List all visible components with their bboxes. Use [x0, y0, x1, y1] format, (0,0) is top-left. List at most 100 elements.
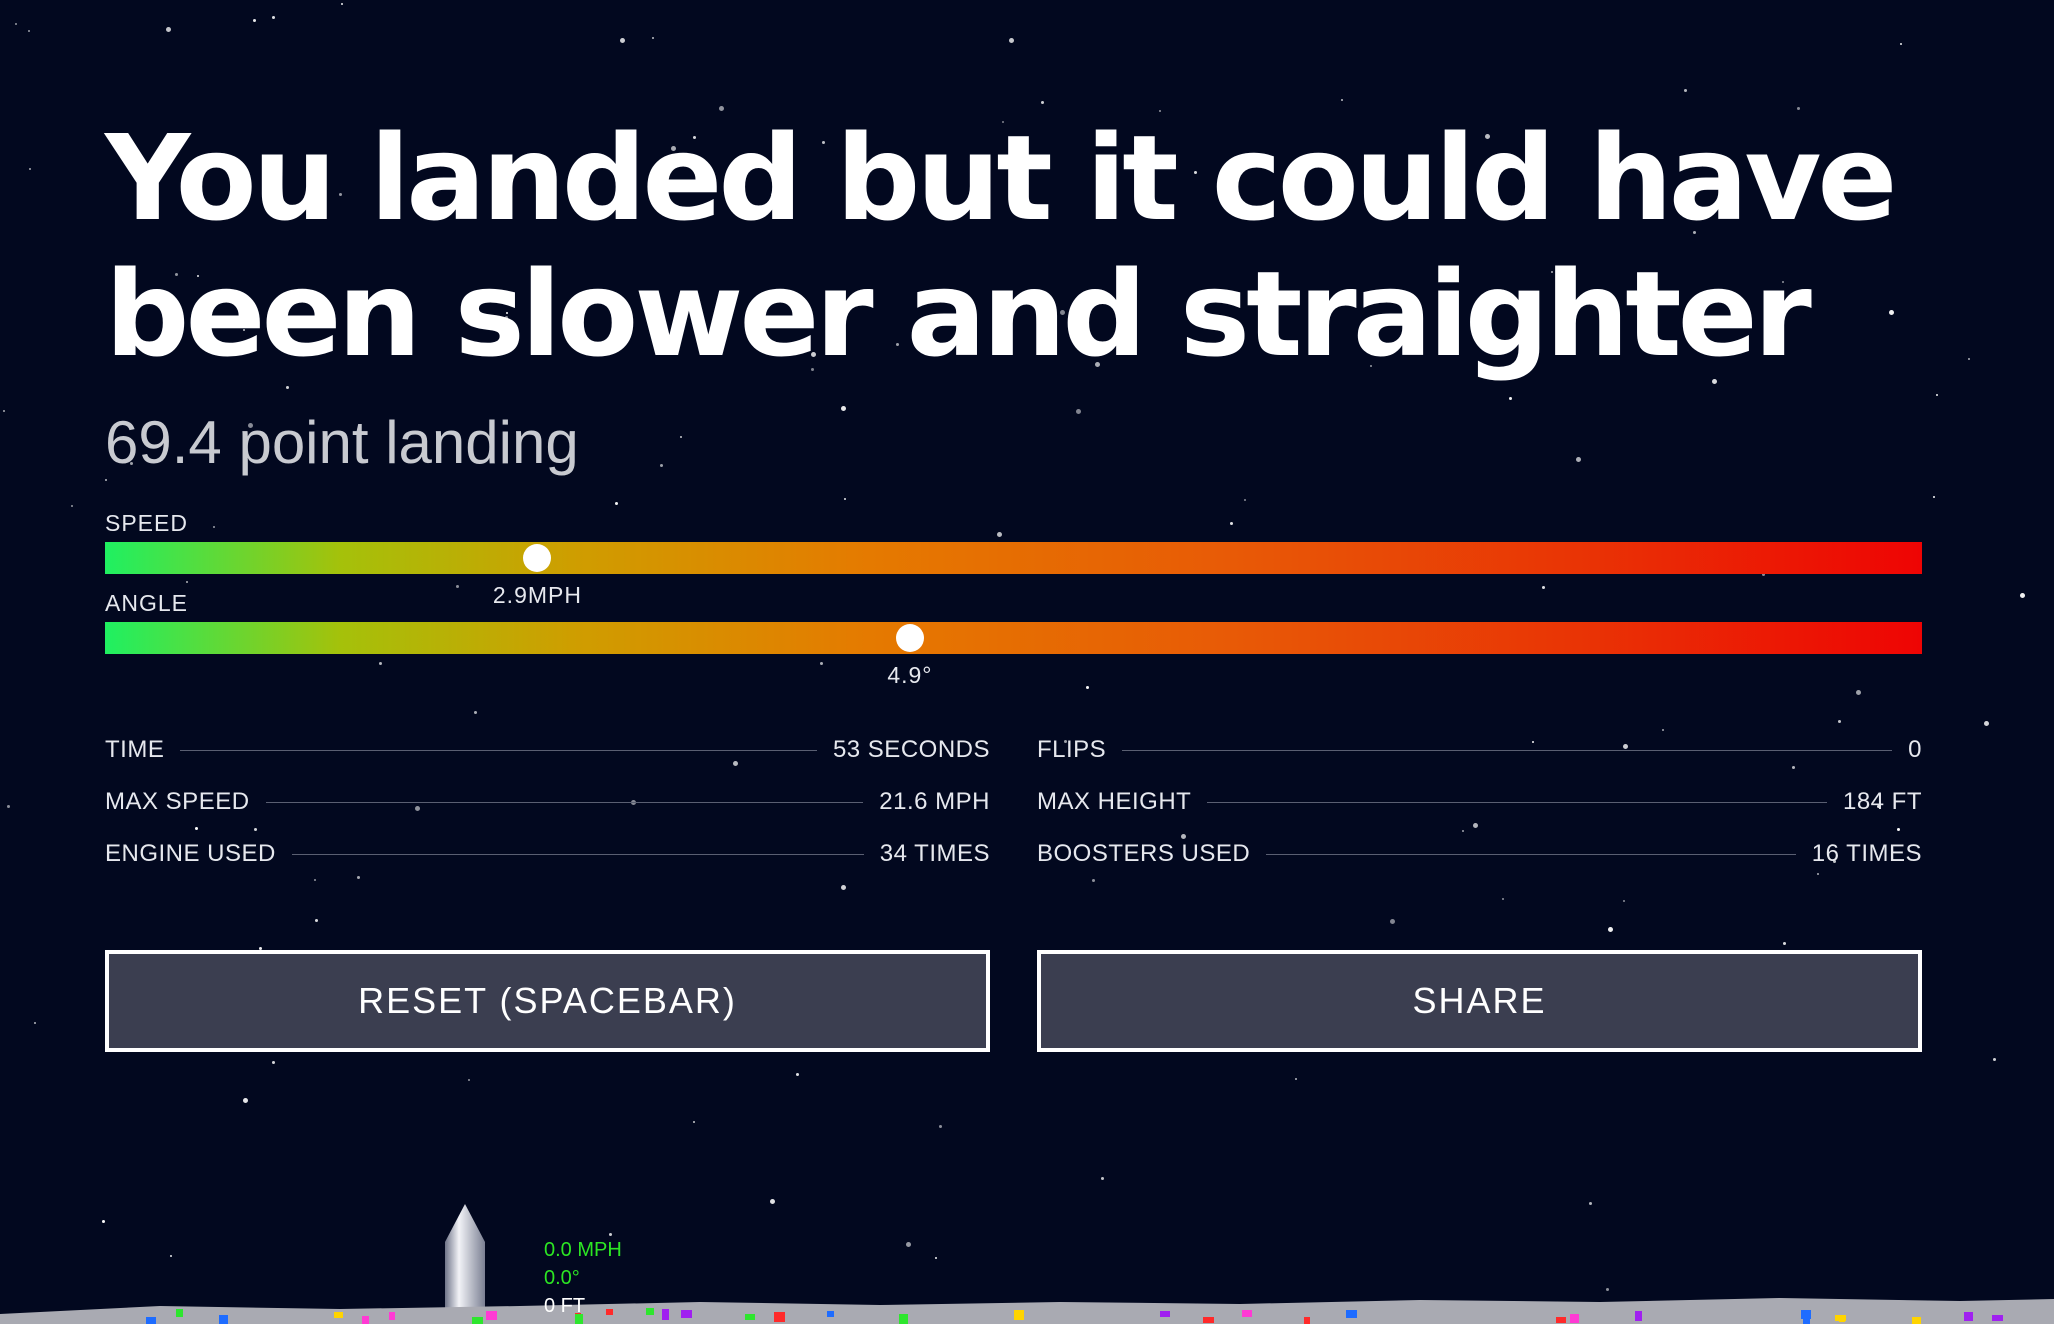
stats-column-left: TIME 53 SECONDS MAX SPEED 21.6 MPH ENGIN… [105, 724, 990, 880]
star [1341, 99, 1343, 101]
star [15, 23, 17, 25]
confetti-piece [389, 1312, 395, 1320]
star [7, 805, 10, 808]
star [272, 16, 275, 19]
star [34, 1022, 36, 1024]
stat-value: 34 TIMES [879, 840, 990, 867]
stat-value: 16 TIMES [1811, 840, 1922, 867]
confetti-piece [1304, 1317, 1310, 1324]
ground [0, 1298, 2054, 1324]
confetti-piece [1912, 1317, 1921, 1324]
angle-meter: ANGLE 4.9° [105, 588, 1922, 688]
confetti-piece [1160, 1311, 1170, 1317]
stat-label: FLIPS [1037, 736, 1107, 763]
star [1968, 358, 1970, 360]
star [28, 30, 30, 32]
stat-leader-line [291, 853, 864, 855]
results-panel: You landed but it could have been slower… [105, 110, 1922, 1052]
stat-value: 53 SECONDS [832, 736, 990, 763]
confetti-piece [662, 1309, 669, 1320]
confetti-piece [1203, 1317, 1214, 1323]
stat-leader-line [1207, 801, 1827, 803]
hud-height: 0 FT [544, 1295, 586, 1317]
stat-leader-line [1122, 749, 1893, 751]
stats-grid: TIME 53 SECONDS MAX SPEED 21.6 MPH ENGIN… [105, 724, 1922, 880]
confetti-piece [1346, 1310, 1357, 1318]
confetti-piece [1635, 1311, 1642, 1321]
speed-meter: SPEED 2.9MPH [105, 508, 1922, 608]
star [3, 410, 5, 412]
star [1684, 89, 1687, 92]
stat-flips: FLIPS 0 [1037, 724, 1922, 776]
angle-meter-value: 4.9° [887, 662, 933, 688]
star [796, 1073, 799, 1076]
landing-score: 69.4 point landing [105, 409, 579, 476]
stat-time: TIME 53 SECONDS [105, 724, 990, 776]
hud-speed: 0.0 MPH [544, 1239, 622, 1261]
confetti-piece [899, 1314, 908, 1324]
confetti-piece [1839, 1316, 1845, 1322]
confetti-piece [1964, 1312, 1973, 1321]
stat-leader-line [265, 801, 864, 803]
share-button[interactable]: SHARE [1037, 950, 1922, 1052]
confetti-piece [362, 1316, 369, 1324]
landing-scene: 0.0 MPH 0.0° 0 FT [0, 1190, 2054, 1324]
star [1984, 721, 1989, 726]
stat-value: 21.6 MPH [879, 788, 990, 815]
stat-label: MAX HEIGHT [1037, 788, 1192, 815]
confetti-piece [1570, 1314, 1579, 1323]
stat-value: 184 FT [1842, 788, 1922, 815]
angle-meter-marker [895, 624, 924, 652]
confetti-piece [646, 1308, 654, 1315]
confetti-piece [472, 1317, 483, 1324]
star [1936, 394, 1938, 396]
star [468, 1079, 470, 1081]
confetti-piece [1556, 1317, 1566, 1323]
stat-engine-used: ENGINE USED 34 TIMES [105, 828, 990, 880]
star [253, 19, 256, 22]
star [71, 505, 73, 507]
result-headline: You landed but it could have been slower… [105, 109, 1897, 383]
confetti-piece [1992, 1315, 2003, 1321]
confetti-piece [1014, 1310, 1024, 1320]
hud-angle: 0.0° [544, 1267, 580, 1289]
star [2020, 593, 2025, 598]
action-buttons: RESET (SPACEBAR) SHARE [105, 950, 1922, 1052]
confetti-piece [681, 1310, 692, 1318]
star [693, 1121, 695, 1123]
star [1101, 1177, 1104, 1180]
stat-leader-line [180, 749, 817, 751]
star [1295, 1078, 1297, 1080]
confetti-piece [827, 1311, 834, 1317]
star [1993, 1058, 1996, 1061]
star [29, 168, 31, 170]
speed-meter-label: SPEED [105, 510, 188, 536]
flight-readout: 0.0 MPH 0.0° 0 FT [544, 1236, 622, 1320]
reset-button[interactable]: RESET (SPACEBAR) [105, 950, 990, 1052]
stat-label: ENGINE USED [105, 840, 276, 867]
stat-max-height: MAX HEIGHT 184 FT [1037, 776, 1922, 828]
confetti-piece [1242, 1310, 1252, 1317]
stat-label: BOOSTERS USED [1037, 840, 1251, 867]
star [166, 27, 171, 32]
speed-meter-bar: 2.9MPH [105, 542, 1922, 608]
angle-meter-bar: 4.9° [105, 622, 1922, 688]
terrain-layer [0, 1204, 2054, 1324]
star [243, 1098, 248, 1103]
confetti-piece [176, 1309, 183, 1317]
confetti-piece [1803, 1317, 1810, 1324]
star [1933, 496, 1935, 498]
stat-max-speed: MAX SPEED 21.6 MPH [105, 776, 990, 828]
star [1900, 43, 1902, 45]
confetti-piece [486, 1311, 497, 1320]
stat-label: MAX SPEED [105, 788, 250, 815]
confetti-piece [219, 1315, 228, 1324]
speed-meter-marker [523, 544, 552, 572]
stat-leader-line [1266, 853, 1796, 855]
star [652, 37, 654, 39]
rocket [445, 1204, 485, 1324]
star [1041, 101, 1044, 104]
stat-label: TIME [105, 736, 165, 763]
star [939, 1125, 942, 1128]
star [341, 3, 343, 5]
